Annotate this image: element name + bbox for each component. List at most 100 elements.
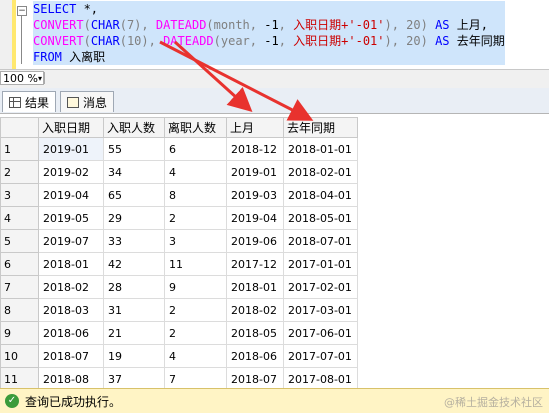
table-cell[interactable]: 2017-12 — [226, 252, 284, 276]
table-cell[interactable]: 2019-04 — [226, 206, 284, 230]
table-cell[interactable]: 2018-06 — [38, 321, 104, 345]
table-cell[interactable]: 2018-02-01 — [283, 160, 358, 184]
column-header[interactable]: 入职日期 — [38, 117, 104, 138]
row-number[interactable]: 7 — [0, 275, 39, 299]
table-cell[interactable]: 2019-03 — [226, 183, 284, 207]
row-number[interactable]: 5 — [0, 229, 39, 253]
table-cell[interactable]: 11 — [164, 252, 227, 276]
table-cell[interactable]: 2017-01-01 — [283, 252, 358, 276]
zoom-select[interactable]: 100 % ▾ — [0, 71, 44, 85]
code-alias: 去年同期 — [449, 34, 505, 48]
row-number[interactable]: 6 — [0, 252, 39, 276]
row-number[interactable]: 3 — [0, 183, 39, 207]
table-row[interactable]: 6 2018-01 42 11 2017-12 2017-01-01 — [0, 252, 358, 276]
table-cell[interactable]: 2018-08 — [38, 367, 104, 388]
code-text: (year, — [213, 34, 265, 48]
result-tabs: 结果 消息 — [0, 88, 549, 114]
table-cell[interactable]: 2018-07-01 — [283, 229, 358, 253]
table-cell[interactable]: 55 — [103, 137, 165, 161]
table-row[interactable]: 8 2018-03 31 2 2018-02 2017-03-01 — [0, 298, 358, 322]
row-number[interactable]: 4 — [0, 206, 39, 230]
query-editor[interactable]: − SELECT *, CONVERT(CHAR(7), DATEADD(mon… — [0, 0, 549, 69]
table-cell[interactable]: 2018-04-01 — [283, 183, 358, 207]
table-cell[interactable]: 2018-05 — [226, 321, 284, 345]
table-cell[interactable]: 2 — [164, 321, 227, 345]
table-row[interactable]: 4 2019-05 29 2 2019-04 2018-05-01 — [0, 206, 358, 230]
table-cell[interactable]: 42 — [103, 252, 165, 276]
table-cell[interactable]: 2018-07 — [226, 367, 284, 388]
table-cell[interactable]: 2017-06-01 — [283, 321, 358, 345]
table-cell[interactable]: 2018-06 — [226, 344, 284, 368]
table-cell[interactable]: 2018-03 — [38, 298, 104, 322]
column-header[interactable]: 离职人数 — [164, 117, 227, 138]
column-header[interactable]: 去年同期 — [283, 117, 358, 138]
table-row[interactable]: 9 2018-06 21 2 2018-05 2017-06-01 — [0, 321, 358, 345]
table-cell[interactable]: 2019-06 — [226, 229, 284, 253]
table-row[interactable]: 10 2018-07 19 4 2018-06 2017-07-01 — [0, 344, 358, 368]
table-cell[interactable]: 2018-05-01 — [283, 206, 358, 230]
table-cell[interactable]: 9 — [164, 275, 227, 299]
tab-results[interactable]: 结果 — [2, 91, 57, 112]
row-number[interactable]: 9 — [0, 321, 39, 345]
table-cell[interactable]: 2019-07 — [38, 229, 104, 253]
row-number[interactable]: 1 — [0, 137, 39, 161]
table-cell[interactable]: 2018-12 — [226, 137, 284, 161]
corner-header[interactable] — [0, 117, 39, 138]
table-cell[interactable]: 65 — [103, 183, 165, 207]
table-cell[interactable]: 2019-05 — [38, 206, 104, 230]
table-row[interactable]: 1 2019-01 55 6 2018-12 2018-01-01 — [0, 137, 358, 161]
table-cell[interactable]: 2 — [164, 298, 227, 322]
table-cell[interactable]: 2018-07 — [38, 344, 104, 368]
table-cell[interactable]: 4 — [164, 160, 227, 184]
table-cell[interactable]: 2019-01 — [38, 137, 104, 161]
table-row[interactable]: 2 2019-02 34 4 2019-01 2018-02-01 — [0, 160, 358, 184]
table-cell[interactable]: 31 — [103, 298, 165, 322]
column-header[interactable]: 上月 — [226, 117, 284, 138]
table-row[interactable]: 3 2019-04 65 8 2019-03 2018-04-01 — [0, 183, 358, 207]
table-cell[interactable]: 2018-02 — [38, 275, 104, 299]
table-cell[interactable]: 2017-08-01 — [283, 367, 358, 388]
table-row[interactable]: 7 2018-02 28 9 2018-01 2017-02-01 — [0, 275, 358, 299]
table-cell[interactable]: 2 — [164, 206, 227, 230]
row-number[interactable]: 8 — [0, 298, 39, 322]
table-cell[interactable]: 2018-02 — [226, 298, 284, 322]
table-cell[interactable]: 2017-02-01 — [283, 275, 358, 299]
table-cell[interactable]: 2018-01-01 — [283, 137, 358, 161]
table-cell[interactable]: 8 — [164, 183, 227, 207]
table-row[interactable]: 5 2019-07 33 3 2019-06 2018-07-01 — [0, 229, 358, 253]
code-text: ( — [83, 34, 91, 48]
table-cell[interactable]: 2017-07-01 — [283, 344, 358, 368]
table-cell[interactable]: 2018-01 — [226, 275, 284, 299]
collapse-toggle-icon[interactable]: − — [17, 6, 27, 16]
table-cell[interactable]: 2019-02 — [38, 160, 104, 184]
table-cell[interactable]: 19 — [103, 344, 165, 368]
table-cell[interactable]: 29 — [103, 206, 165, 230]
code-text: , — [278, 18, 294, 32]
code-table: 入离职 — [61, 50, 106, 64]
sql-code[interactable]: SELECT *, CONVERT(CHAR(7), DATEADD(month… — [33, 1, 505, 65]
table-cell[interactable]: 37 — [103, 367, 165, 388]
header-row: 入职日期 入职人数 离职人数 上月 去年同期 — [0, 117, 358, 138]
row-number[interactable]: 10 — [0, 344, 39, 368]
table-cell[interactable]: 2017-03-01 — [283, 298, 358, 322]
table-cell[interactable]: 7 — [164, 367, 227, 388]
status-text: 查询已成功执行。 — [25, 394, 122, 409]
table-cell[interactable]: 33 — [103, 229, 165, 253]
row-number[interactable]: 11 — [0, 367, 39, 388]
message-icon — [67, 96, 79, 108]
keyword-char: CHAR — [90, 18, 120, 32]
row-number[interactable]: 2 — [0, 160, 39, 184]
table-cell[interactable]: 21 — [103, 321, 165, 345]
table-row[interactable]: 11 2018-08 37 7 2018-07 2017-08-01 — [0, 367, 358, 388]
table-cell[interactable]: 2019-04 — [38, 183, 104, 207]
table-cell[interactable]: 34 — [103, 160, 165, 184]
table-cell[interactable]: 4 — [164, 344, 227, 368]
results-grid[interactable]: 入职日期 入职人数 离职人数 上月 去年同期 1 2019-01 55 6 2018-1… — [0, 114, 549, 388]
table-cell[interactable]: 2018-01 — [38, 252, 104, 276]
table-cell[interactable]: 2019-01 — [226, 160, 284, 184]
column-header[interactable]: 入职人数 — [103, 117, 165, 138]
tab-messages[interactable]: 消息 — [60, 91, 115, 112]
table-cell[interactable]: 6 — [164, 137, 227, 161]
table-cell[interactable]: 28 — [103, 275, 165, 299]
table-cell[interactable]: 3 — [164, 229, 227, 253]
